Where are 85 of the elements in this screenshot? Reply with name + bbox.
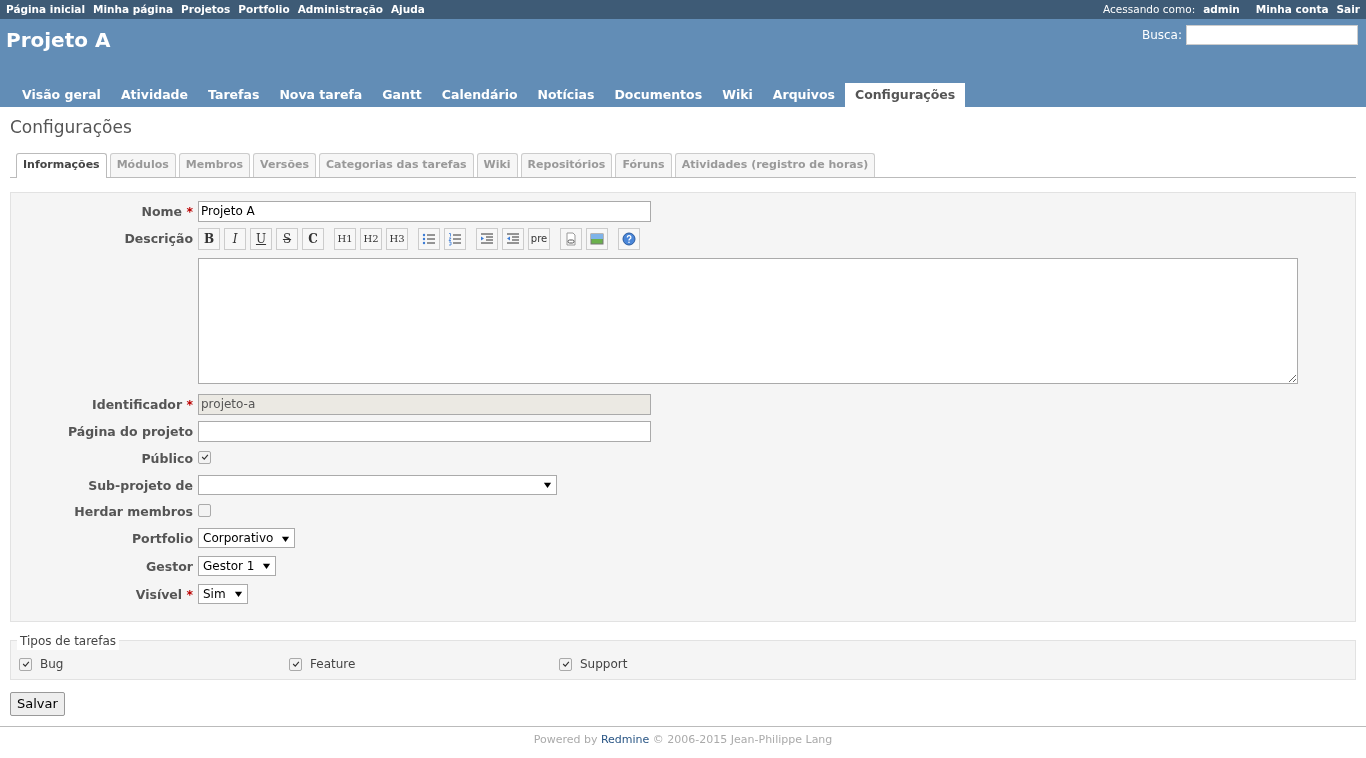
account-link[interactable]: Minha conta xyxy=(1255,1,1329,18)
dropdown[interactable]: Corporativo xyxy=(198,528,296,549)
identifier-field: projeto-a xyxy=(198,393,651,415)
checkbox-label: Feature xyxy=(310,656,356,674)
toolbar-button[interactable]: I xyxy=(224,227,246,250)
image-icon xyxy=(590,231,604,246)
main-menu-tab[interactable]: Gantt xyxy=(372,83,432,107)
field-label: Portfolio xyxy=(131,531,193,547)
top-menu-link[interactable]: Projetos xyxy=(181,1,231,18)
dropdown[interactable]: Gestor 1 xyxy=(198,555,277,576)
main-menu-tab[interactable]: Visão geral xyxy=(12,83,111,107)
top-menu-link[interactable]: Ajuda xyxy=(390,1,425,18)
save-button[interactable]: Salvar xyxy=(10,692,65,716)
checkbox[interactable] xyxy=(19,657,32,671)
toolbar-button[interactable] xyxy=(418,227,440,250)
search-field[interactable] xyxy=(1186,25,1358,45)
checkbox-label: Bug xyxy=(40,656,64,674)
main-menu-tab[interactable]: Atividade xyxy=(110,83,199,107)
field-label: Nome xyxy=(141,203,183,219)
checkbox[interactable] xyxy=(289,657,302,671)
settings-tab[interactable]: Informações xyxy=(16,153,107,178)
checkbox[interactable] xyxy=(198,504,211,518)
field-label: Herdar membros xyxy=(74,504,193,520)
footer-text: Powered by Redmine © 2006-2015 Jean-Philippe Lang xyxy=(533,732,833,746)
dropdown[interactable]: Sim xyxy=(198,583,248,604)
footer-link[interactable]: Redmine xyxy=(600,732,650,746)
field-label: Descrição xyxy=(124,230,193,246)
toolbar-button[interactable] xyxy=(476,227,498,250)
outdent-icon xyxy=(506,231,520,246)
top-menu-link[interactable]: Portfolio xyxy=(238,1,290,18)
checkbox[interactable] xyxy=(559,657,572,671)
main-menu-tab[interactable]: Calendário xyxy=(431,83,528,107)
logged-in-label: Acessando como: xyxy=(1103,1,1196,17)
toolbar-button[interactable] xyxy=(502,227,524,250)
caret-icon xyxy=(262,561,272,571)
description-field[interactable] xyxy=(198,257,1298,384)
main-menu-tab[interactable]: Tarefas xyxy=(198,83,270,107)
field-label: Visível xyxy=(135,586,183,602)
checkbox[interactable] xyxy=(198,450,211,464)
field-label: Identificador xyxy=(92,396,183,412)
main-menu-tab[interactable]: Wiki xyxy=(712,83,763,107)
fieldset-legend: Tipos de tarefas xyxy=(17,632,120,651)
top-menu-link[interactable]: Página inicial xyxy=(6,1,85,18)
field-label: Público xyxy=(141,450,193,466)
toolbar-button[interactable]: H1 xyxy=(334,227,356,250)
dropdown[interactable] xyxy=(198,474,557,495)
help-icon xyxy=(622,231,636,246)
indent-icon xyxy=(480,231,494,246)
main-menu-tab[interactable]: Configurações xyxy=(844,83,966,107)
field-label: Página do projeto xyxy=(67,423,193,439)
toolbar-button[interactable] xyxy=(618,227,640,250)
main-menu-tab[interactable]: Notícias xyxy=(527,83,605,107)
main-menu-tab[interactable]: Documentos xyxy=(604,83,713,107)
user-link[interactable]: admin xyxy=(1203,1,1240,18)
main-menu-tab[interactable]: Nova tarefa xyxy=(269,83,373,107)
toolbar-button[interactable]: pre xyxy=(528,227,550,250)
required-mark: * xyxy=(186,203,193,219)
toolbar-button[interactable]: S xyxy=(276,227,298,250)
field-label: Sub-projeto de xyxy=(88,477,193,493)
toolbar-button[interactable]: U xyxy=(250,227,272,250)
main-menu-tab[interactable]: Arquivos xyxy=(762,83,845,107)
toolbar-button[interactable] xyxy=(586,227,608,250)
top-menu-link[interactable]: Minha página xyxy=(93,1,174,18)
input-field[interactable] xyxy=(198,420,651,442)
required-mark: * xyxy=(186,396,193,412)
toolbar-button[interactable]: C xyxy=(302,227,324,250)
search-label: Busca: xyxy=(1141,27,1182,44)
bulleted-list-icon xyxy=(422,231,436,246)
input-field[interactable]: Projeto A xyxy=(198,200,651,222)
top-menu-link[interactable]: Administração xyxy=(297,1,383,18)
toolbar-button[interactable] xyxy=(444,227,466,250)
toolbar-button[interactable]: H2 xyxy=(360,227,382,250)
required-mark: * xyxy=(186,586,193,602)
field-label: Gestor xyxy=(146,558,193,574)
page-title: Configurações xyxy=(9,116,133,138)
toolbar-button[interactable]: B xyxy=(198,227,220,250)
toolbar-button[interactable]: H3 xyxy=(386,227,408,250)
account-link[interactable]: Sair xyxy=(1336,1,1360,18)
toolbar-button[interactable] xyxy=(560,227,582,250)
project-title: Projeto A xyxy=(6,27,111,52)
caret-icon xyxy=(233,589,243,599)
numbered-list-icon xyxy=(448,231,462,246)
checkbox-label: Support xyxy=(580,656,628,674)
caret-icon xyxy=(543,480,552,490)
page-link-icon xyxy=(564,231,578,246)
